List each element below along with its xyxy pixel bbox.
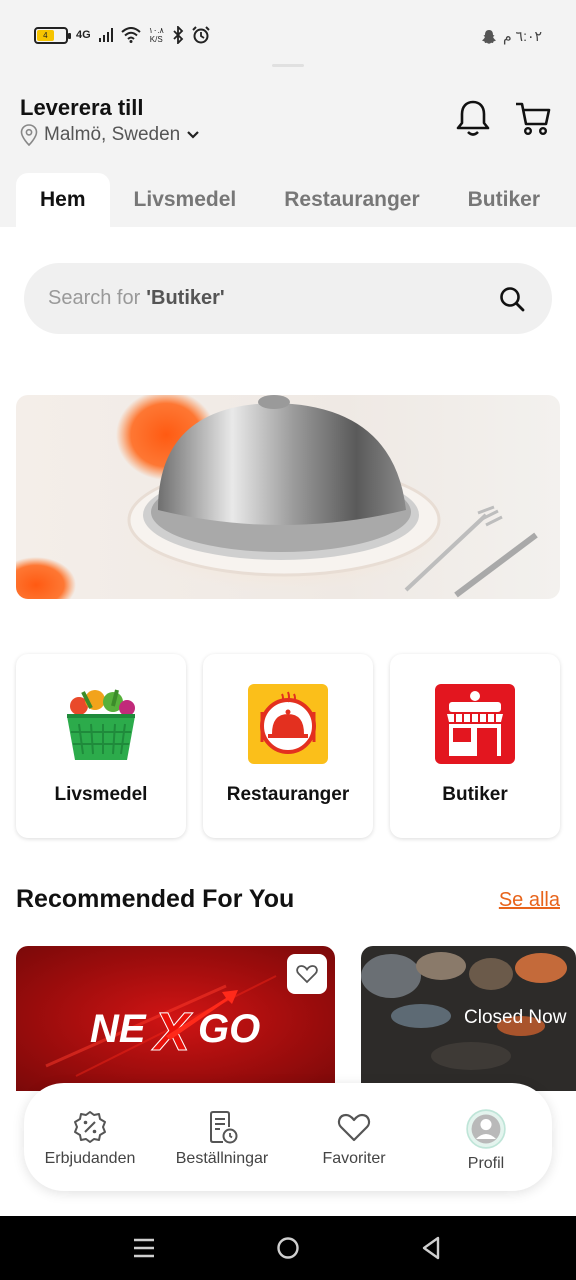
heart-icon	[337, 1113, 371, 1142]
bell-icon[interactable]	[454, 98, 492, 138]
banner-cloche-image	[16, 395, 538, 599]
closed-now-label: Closed Now	[464, 1007, 567, 1028]
location-text: Malmö, Sweden	[44, 124, 181, 145]
speed-unit: K/S	[149, 35, 163, 44]
nav-label: Erbjudanden	[44, 1150, 136, 1167]
cart-icon[interactable]	[514, 98, 552, 138]
location-pin-icon	[20, 124, 38, 146]
tab-butiker[interactable]: Butiker	[444, 173, 564, 227]
logo-text-ne: NE	[90, 1007, 147, 1051]
profile-icon	[466, 1109, 506, 1149]
location-selector[interactable]: Malmö, Sweden	[20, 124, 200, 146]
bluetooth-icon	[173, 26, 184, 44]
store-card-seafood[interactable]: Closed Now	[361, 946, 576, 1091]
status-bar: 4 4G ١٠.٨ K/S ٦:٠٢ م	[0, 0, 576, 70]
restaurant-cloche-icon	[248, 684, 328, 764]
tab-hem[interactable]: Hem	[16, 173, 110, 227]
clock-text: ٦:٠٢ م	[502, 28, 542, 44]
grocery-basket-icon	[67, 689, 135, 760]
battery-icon: 4	[34, 26, 71, 44]
sheet-handle	[272, 64, 304, 67]
wifi-icon	[121, 27, 141, 43]
search-input[interactable]: Search for 'Butiker'	[24, 263, 552, 334]
category-tabs: Hem Livsmedel Restauranger Butiker	[16, 173, 564, 227]
menu-icon[interactable]	[130, 1234, 158, 1262]
favorite-button[interactable]	[287, 954, 327, 994]
network-speed: ١٠.٨ K/S	[149, 26, 164, 44]
category-label: Livsmedel	[54, 784, 148, 805]
search-placeholder: Search for	[48, 287, 141, 309]
promo-banner[interactable]	[16, 395, 560, 599]
status-right: ٦:٠٢ م	[481, 28, 542, 45]
search-icon[interactable]	[498, 285, 526, 313]
store-front-icon	[435, 684, 515, 764]
orders-clock-icon	[210, 1111, 238, 1144]
signal-icon	[98, 28, 113, 42]
store-card-nexgo[interactable]: NE X GO	[16, 946, 335, 1091]
back-triangle-icon[interactable]	[418, 1234, 446, 1262]
deliver-to-title: Leverera till	[20, 95, 144, 120]
tab-restauranger[interactable]: Restauranger	[260, 173, 443, 227]
nav-bestallningar[interactable]: Beställningar	[156, 1083, 288, 1191]
alarm-icon	[192, 26, 210, 44]
category-cards: Livsmedel Restauranger Butiker	[16, 654, 560, 838]
nav-profil[interactable]: Profil	[420, 1083, 552, 1191]
bottom-navigation: Erbjudanden Beställningar Favoriter Prof…	[24, 1083, 552, 1191]
category-card-butiker[interactable]: Butiker	[390, 654, 560, 838]
category-label: Restauranger	[226, 784, 350, 805]
chevron-down-icon	[187, 131, 200, 139]
nav-label: Profil	[467, 1155, 505, 1172]
discount-badge-icon	[74, 1111, 106, 1143]
speed-value: ١٠.٨	[148, 26, 164, 35]
category-card-restauranger[interactable]: Restauranger	[203, 654, 373, 838]
see-all-link[interactable]: Se alla	[499, 889, 560, 912]
nav-label: Favoriter	[322, 1150, 386, 1167]
search-placeholder-highlight: 'Butiker'	[146, 287, 225, 309]
network-type: 4G	[76, 29, 91, 41]
status-left: 4 4G ١٠.٨ K/S	[34, 26, 210, 44]
home-circle-icon[interactable]	[274, 1234, 302, 1262]
battery-level: 4	[37, 29, 54, 41]
system-navigation-bar	[0, 1216, 576, 1280]
category-card-livsmedel[interactable]: Livsmedel	[16, 654, 186, 838]
category-label: Butiker	[442, 784, 508, 805]
recommended-title: Recommended For You	[16, 885, 295, 913]
heart-icon	[296, 965, 318, 984]
nav-favoriter[interactable]: Favoriter	[288, 1083, 420, 1191]
nav-label: Beställningar	[175, 1150, 269, 1167]
nav-erbjudanden[interactable]: Erbjudanden	[24, 1083, 156, 1191]
snapchat-icon	[481, 29, 496, 44]
logo-text-x: X	[151, 1002, 193, 1062]
tab-livsmedel[interactable]: Livsmedel	[110, 173, 261, 227]
